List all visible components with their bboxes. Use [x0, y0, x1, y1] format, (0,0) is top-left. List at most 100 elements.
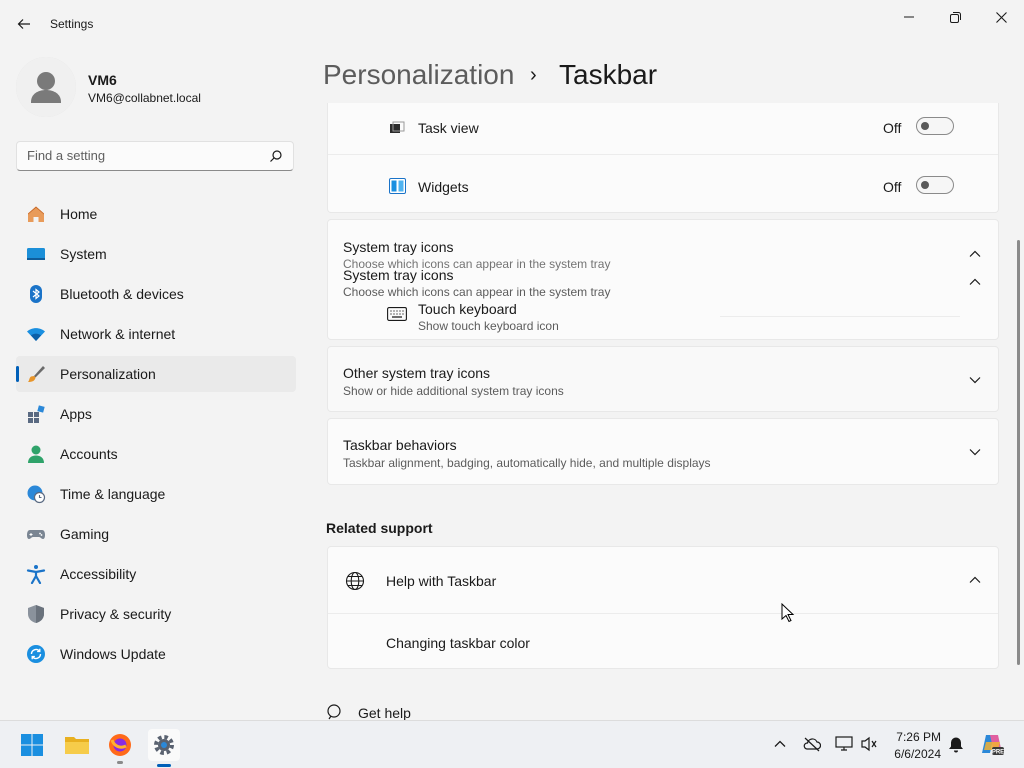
nav-item-home[interactable]: Home: [16, 196, 296, 232]
nav-label-system: System: [60, 246, 107, 262]
behaviors-subtitle: Taskbar alignment, badging, automaticall…: [343, 456, 711, 470]
taskbar-behaviors-card[interactable]: Taskbar behaviors Taskbar alignment, bad…: [327, 418, 999, 485]
search-input[interactable]: [27, 148, 257, 163]
row-divider: [720, 316, 960, 317]
taskbar-items-card: Task view Off Widgets Off: [327, 103, 999, 213]
nav-label-bluetooth: Bluetooth & devices: [60, 286, 184, 302]
avatar[interactable]: [16, 57, 76, 117]
onedrive-offline-icon[interactable]: [803, 736, 821, 752]
other-tray-card[interactable]: Other system tray icons Show or hide add…: [327, 346, 999, 412]
gamepad-icon: [27, 530, 45, 539]
touch-keyboard-title: Touch keyboard: [418, 301, 517, 317]
start-button[interactable]: [16, 729, 48, 761]
nav-label-home: Home: [60, 206, 98, 222]
nav-label-privacy: Privacy & security: [60, 606, 172, 622]
clock-globe-icon: [27, 485, 46, 504]
copilot-button[interactable]: PRE: [980, 732, 1004, 756]
chevron-down-icon[interactable]: [968, 373, 982, 387]
nav-item-personalization[interactable]: Personalization: [16, 356, 296, 392]
task-view-state: Off: [883, 120, 902, 136]
gear-icon: [154, 735, 174, 755]
nav-item-gaming[interactable]: Gaming: [16, 516, 296, 552]
system-tray-subtitle-ghost: Choose which icons can appear in the sys…: [343, 285, 611, 299]
toggle-knob: [921, 181, 929, 189]
running-indicator: [117, 761, 123, 764]
accessibility-icon: [26, 565, 46, 584]
wifi-icon: [27, 328, 45, 341]
settings-taskbar-button[interactable]: [148, 729, 180, 761]
clock-time[interactable]: 7:26 PM: [895, 730, 941, 744]
widgets-label: Widgets: [418, 179, 469, 195]
nav-label-network: Network & internet: [60, 326, 176, 342]
nav-item-windows-update[interactable]: Windows Update: [16, 636, 296, 672]
close-button[interactable]: [978, 0, 1024, 34]
clock-date[interactable]: 6/6/2024: [889, 747, 941, 761]
nav-item-apps[interactable]: Apps: [16, 396, 296, 432]
shield-icon: [28, 605, 44, 623]
row-divider: [328, 613, 998, 614]
help-with-taskbar-row[interactable]: Help with Taskbar: [328, 547, 998, 613]
network-icon[interactable]: [835, 736, 853, 752]
changing-taskbar-color-link[interactable]: Changing taskbar color: [386, 635, 530, 651]
nav-item-bluetooth[interactable]: Bluetooth & devices: [16, 276, 296, 312]
nav-item-system[interactable]: System: [16, 236, 296, 272]
chevron-up-icon[interactable]: [968, 573, 982, 587]
firefox-icon: [109, 734, 131, 756]
related-support-heading: Related support: [326, 520, 433, 536]
back-button[interactable]: [10, 10, 38, 38]
nav-label-apps: Apps: [60, 406, 92, 422]
nav-label-gaming: Gaming: [60, 526, 110, 542]
scrollbar-thumb[interactable]: [1017, 240, 1020, 665]
chevron-up-icon[interactable]: [968, 275, 982, 289]
restore-button[interactable]: [932, 0, 978, 34]
row-divider: [328, 154, 998, 155]
globe-icon: [345, 571, 365, 591]
breadcrumb-parent[interactable]: Personalization: [323, 59, 514, 91]
system-tray-title-ghost: System tray icons: [343, 267, 454, 283]
nav-item-time-language[interactable]: Time & language: [16, 476, 296, 512]
minimize-button[interactable]: [886, 0, 932, 34]
search-box[interactable]: [16, 141, 294, 171]
minimize-icon: [904, 16, 914, 18]
folder-icon: [65, 737, 89, 754]
task-view-toggle[interactable]: [916, 117, 954, 135]
file-explorer-button[interactable]: [61, 729, 93, 761]
task-view-label: Task view: [418, 120, 479, 136]
chevron-up-icon[interactable]: [968, 247, 982, 261]
search-icon[interactable]: [269, 149, 283, 163]
nav-item-accounts[interactable]: Accounts: [16, 436, 296, 472]
help-with-taskbar-label: Help with Taskbar: [386, 573, 497, 589]
other-tray-title: Other system tray icons: [343, 365, 491, 381]
nav-item-accessibility[interactable]: Accessibility: [16, 556, 296, 592]
apps-icon: [28, 405, 45, 423]
user-email: VM6@collabnet.local: [88, 91, 201, 105]
nav-item-network[interactable]: Network & internet: [16, 316, 296, 352]
notification-bell-icon[interactable]: [948, 736, 964, 754]
touch-keyboard-subtitle: Show touch keyboard icon: [418, 319, 559, 333]
task-view-icon: [390, 121, 405, 133]
firefox-button[interactable]: [104, 729, 136, 761]
chevron-down-icon[interactable]: [968, 445, 982, 459]
volume-muted-icon[interactable]: [860, 736, 878, 752]
chevron-up-icon[interactable]: [774, 739, 786, 749]
other-tray-subtitle: Show or hide additional system tray icon…: [343, 384, 564, 398]
app-title: Settings: [50, 17, 94, 31]
copilot-icon: PRE: [982, 735, 1004, 756]
system-tray-card[interactable]: System tray icons Choose which icons can…: [327, 219, 999, 340]
widgets-toggle[interactable]: [916, 176, 954, 194]
home-icon: [28, 206, 44, 222]
nav-item-privacy[interactable]: Privacy & security: [16, 596, 296, 632]
taskbar: 7:26 PM 6/6/2024 PRE: [0, 720, 1024, 768]
mouse-cursor-icon: [781, 603, 795, 623]
page-title: Taskbar: [559, 59, 658, 90]
back-arrow-icon: [17, 19, 30, 29]
nav-label-personalization: Personalization: [60, 366, 156, 382]
user-avatar-icon: [16, 57, 76, 117]
windows-logo-icon: [21, 734, 43, 756]
breadcrumb-separator: ›: [530, 64, 537, 86]
close-icon: [995, 11, 1007, 23]
brush-icon: [28, 366, 45, 382]
selection-indicator: [16, 366, 19, 382]
get-help-link[interactable]: Get help: [358, 705, 411, 721]
widgets-state: Off: [883, 179, 902, 195]
